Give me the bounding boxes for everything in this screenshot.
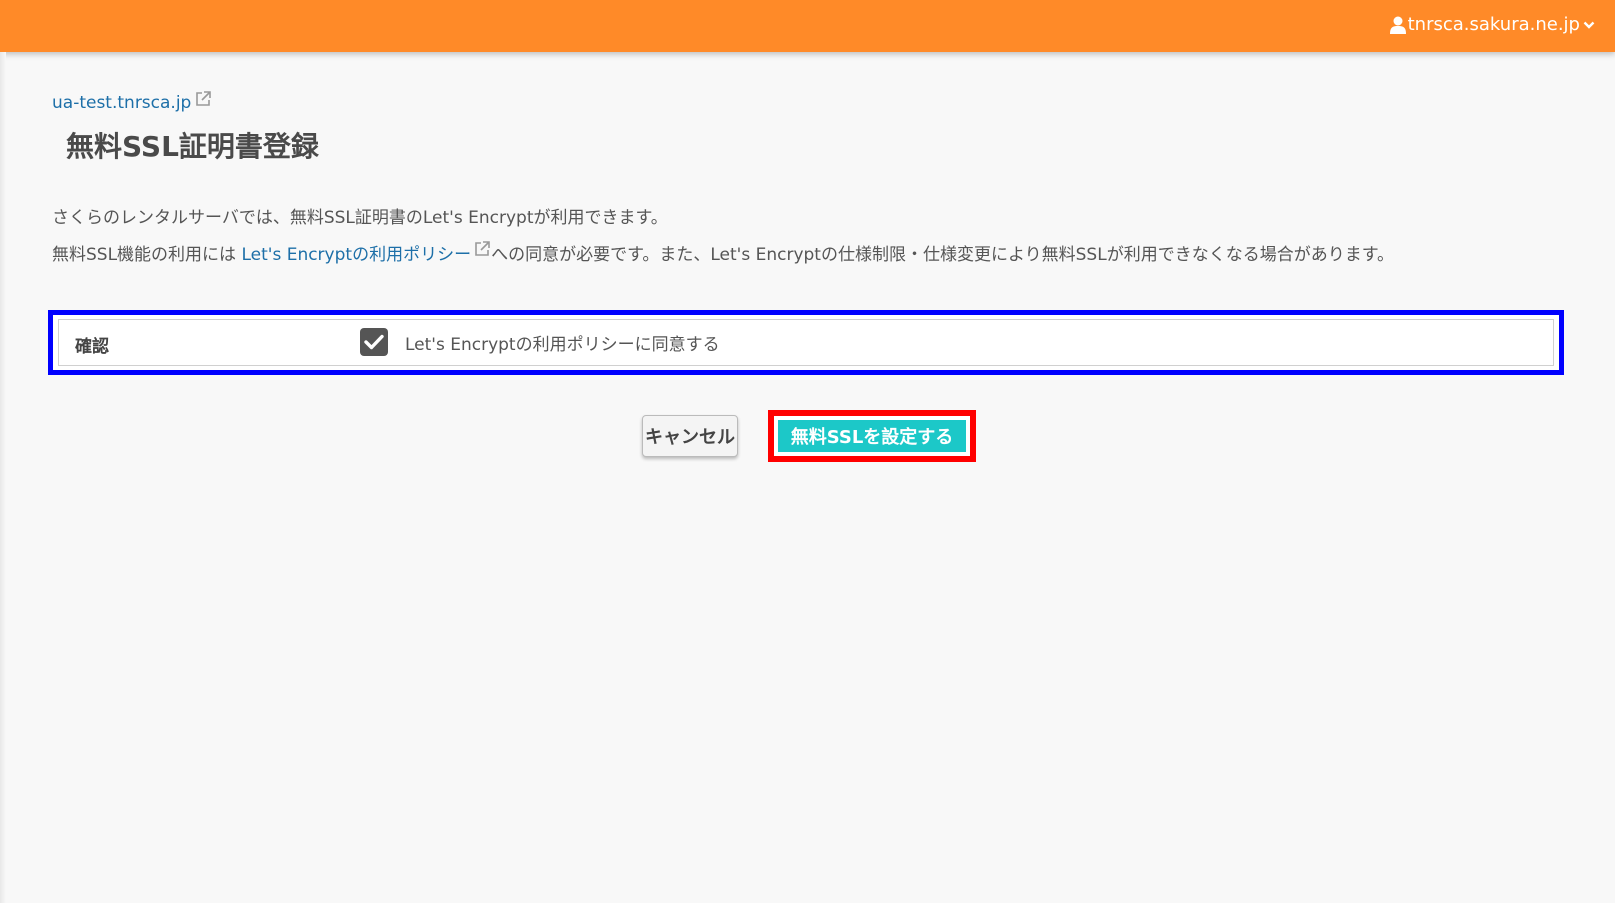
user-icon [1389, 16, 1406, 34]
description-prefix: 無料SSL機能の利用には [52, 245, 242, 265]
agree-checkbox-label[interactable]: Let's Encryptの利用ポリシーに同意する [405, 330, 720, 355]
policy-link[interactable]: Let's Encryptの利用ポリシー [241, 240, 491, 265]
set-free-ssl-button[interactable]: 無料SSLを設定する [778, 420, 966, 452]
sidebar-edge [0, 52, 6, 903]
confirm-label: 確認 [75, 337, 109, 357]
confirm-highlight-frame: 確認 Let's Encryptの利用ポリシーに同意する [48, 310, 1564, 375]
confirm-row: 確認 Let's Encryptの利用ポリシーに同意する [58, 319, 1554, 366]
account-menu[interactable]: tnrsca.sakura.ne.jp [1389, 14, 1595, 35]
agree-checkbox[interactable] [360, 328, 388, 356]
description-line-2: 無料SSL機能の利用には Let's Encryptの利用ポリシー への同意が必… [52, 240, 1394, 265]
page-title: 無料SSL証明書登録 [66, 130, 319, 163]
domain-link[interactable]: ua-test.tnrsca.jp [52, 91, 212, 113]
domain-link-text: ua-test.tnrsca.jp [52, 93, 192, 113]
description-line-1: さくらのレンタルサーバでは、無料SSL証明書のLet's Encryptが利用で… [52, 208, 668, 228]
external-link-icon [475, 240, 490, 256]
account-name: tnrsca.sakura.ne.jp [1407, 14, 1580, 35]
cancel-button[interactable]: キャンセル [642, 415, 738, 457]
chevron-down-icon [1583, 21, 1595, 29]
external-link-icon [196, 91, 212, 106]
top-bar: tnrsca.sakura.ne.jp [0, 0, 1615, 52]
submit-highlight-frame: 無料SSLを設定する [768, 410, 976, 462]
description-suffix: への同意が必要です。また、Let's Encryptの仕様制限・仕様変更により無… [491, 245, 1394, 265]
policy-link-text: Let's Encryptの利用ポリシー [241, 245, 472, 265]
check-icon [364, 334, 384, 350]
